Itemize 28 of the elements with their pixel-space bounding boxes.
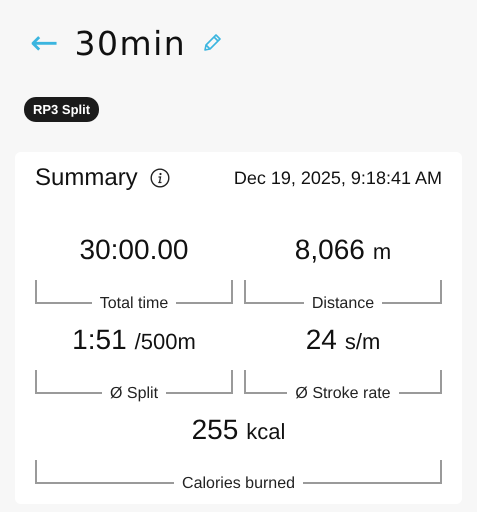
bracket-line xyxy=(382,280,442,304)
stat-unit: m xyxy=(372,239,392,265)
back-button[interactable]: ← xyxy=(30,26,58,60)
stat-value: 24 xyxy=(306,324,337,356)
bracket-line xyxy=(244,280,304,304)
stat-unit: /500m xyxy=(134,329,196,355)
stat-value: 1:51 xyxy=(72,324,127,356)
stat-value: 255 xyxy=(192,414,238,446)
bracket-line xyxy=(176,280,233,304)
bracket-line xyxy=(244,370,288,394)
stat-label: Distance xyxy=(310,295,376,313)
workout-date: Dec 19, 2025, 9:18:41 AM xyxy=(234,168,442,188)
stat-unit: kcal xyxy=(246,419,286,445)
stat-label: Total time xyxy=(98,295,170,313)
bracket-line xyxy=(398,370,442,394)
tag-badge: RP3 Split xyxy=(24,97,100,122)
page-title: 30min xyxy=(74,26,186,60)
stat-value: 30:00.00 xyxy=(80,234,188,266)
info-icon[interactable] xyxy=(150,168,170,188)
stat-unit: s/m xyxy=(344,329,380,355)
card-title: Summary xyxy=(35,164,138,192)
stat-label: Calories burned xyxy=(181,475,296,493)
stat-value: 8,066 xyxy=(294,234,365,266)
bracket-line xyxy=(35,370,102,394)
stat-label: Ø Stroke rate xyxy=(294,385,392,403)
stat-label: Ø Split xyxy=(109,385,160,403)
bracket-line xyxy=(35,280,92,304)
bracket-line xyxy=(166,370,234,394)
